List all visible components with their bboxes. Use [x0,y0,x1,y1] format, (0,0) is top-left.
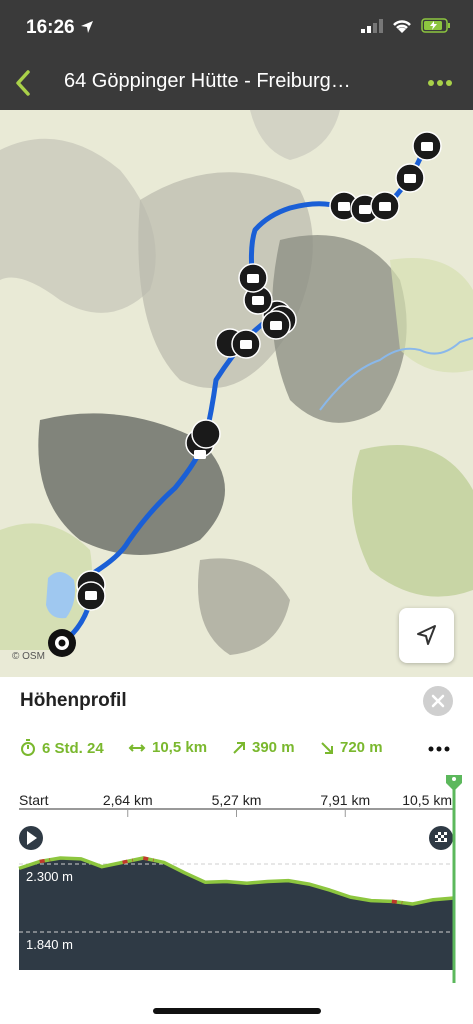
descent-value: 720 m [340,739,383,756]
stat-descent: 720 m [320,739,383,756]
stat-ascent: 390 m [232,739,295,756]
stat-duration: 6 Std. 24 [20,739,104,757]
close-button[interactable] [423,686,453,716]
start-flag-icon [19,826,43,850]
x-tick-label: Start [19,792,49,808]
elevation-profile-chart[interactable]: Start 2,64 km 5,27 km 7,91 km 10,5 km 2.300 … [0,775,473,985]
y-tick-label-upper: 2.300 m [26,869,73,884]
home-indicator [153,1008,321,1014]
stats-more-button[interactable] [425,740,453,758]
panel-title: Höhenprofil [20,690,127,711]
locate-me-button[interactable] [399,608,454,663]
terrain-shade [0,138,156,313]
distance-arrows-icon [128,743,146,752]
tour-stats: 6 Std. 24 10,5 km 390 m 720 m [20,739,460,761]
map-attribution: © OSM [12,651,45,662]
distance-value: 10,5 km [152,739,208,756]
more-horizontal-icon [428,80,452,86]
x-tick-label: 2,64 km [103,792,153,808]
start-marker[interactable] [48,629,76,657]
more-options-button[interactable] [423,68,457,98]
back-button[interactable] [8,66,42,100]
terrain-shade [352,445,473,597]
ascent-arrow-icon [233,741,245,754]
x-tick-label: 10,5 km [402,792,452,808]
map-canvas[interactable] [0,110,473,677]
navigation-arrow-icon [417,625,436,645]
x-tick-label: 7,91 km [320,792,370,808]
x-tick-label: 5,27 km [212,792,262,808]
chevron-left-icon [16,70,30,96]
status-bar: 16:26 [0,0,473,56]
map-view[interactable] [0,110,473,677]
page-title: 64 Göppinger Hütte - Freiburg… [64,70,351,92]
navigation-bar: 64 Göppinger Hütte - Freiburg… [0,56,473,110]
stopwatch-icon [21,739,35,756]
elevation-area [19,858,454,970]
stat-distance: 10,5 km [128,739,207,756]
y-tick-label-lower: 1.840 m [26,937,73,952]
location-arrow-icon [81,21,93,33]
status-time: 16:26 [26,17,75,38]
terrain-shade [250,110,340,160]
close-icon [431,694,445,708]
finish-flag-icon [429,826,453,850]
ascent-value: 390 m [252,739,295,756]
more-horizontal-icon [428,746,450,752]
signal-icon [361,18,383,33]
battery-icon [421,18,450,33]
wifi-icon [393,19,411,33]
duration-value: 6 Std. 24 [42,739,104,757]
terrain-shade [198,558,290,655]
position-marker-dot [452,777,456,781]
descent-arrow-icon [321,741,333,754]
